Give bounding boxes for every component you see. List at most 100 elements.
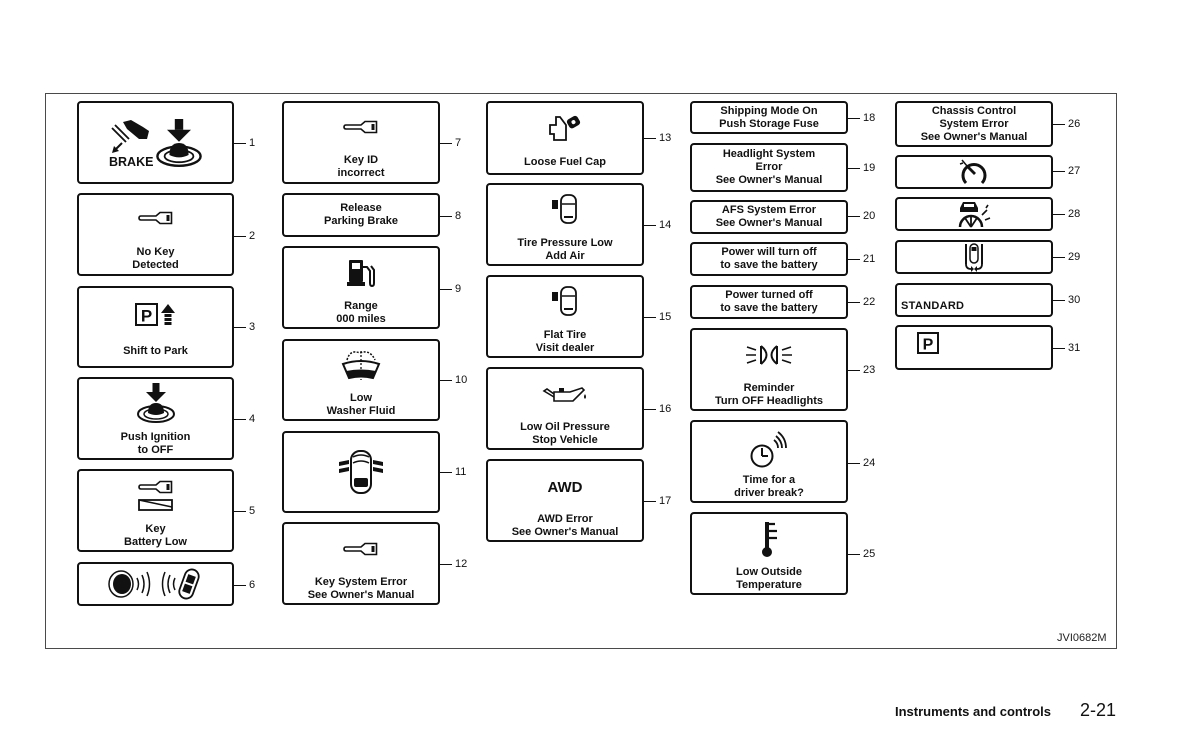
callout-13: 13 (644, 131, 671, 145)
indicator-1-brake-push-ignition: BRAKE (77, 101, 234, 184)
indicator-label: Low Washer Fluid (327, 392, 396, 418)
label-line: Detected (132, 259, 179, 271)
callout-23: 23 (848, 363, 875, 377)
park-letter: P (923, 337, 934, 354)
door-open-icon (339, 450, 383, 494)
label-line: Error (755, 161, 783, 173)
indicator-label: Shift to Park (123, 345, 188, 358)
callout-number: 31 (1068, 342, 1081, 354)
awd-symbol: AWD (547, 479, 583, 496)
label-line: AFS System Error (721, 204, 817, 216)
callout-19: 19 (848, 161, 875, 175)
callout-number: 18 (863, 112, 876, 124)
callout-number: 8 (455, 210, 462, 222)
key-icon (343, 120, 378, 134)
label-line: Parking Brake (324, 215, 398, 227)
callout-17: 17 (644, 494, 671, 508)
label-line: Turn OFF Headlights (715, 395, 823, 407)
indicator-2-no-key: No Key Detected (77, 193, 234, 276)
callout-1: 1 (234, 136, 255, 150)
indicator-label: Shipping Mode On Push Storage Fuse (719, 105, 819, 131)
callout-15: 15 (644, 310, 671, 324)
callout-9: 9 (440, 282, 461, 296)
speedometer-hand-icon (959, 159, 987, 185)
callout-24: 24 (848, 456, 875, 470)
label-line: Add Air (545, 250, 585, 262)
indicator-label: AFS System Error See Owner's Manual (716, 204, 823, 230)
indicator-30-standard-mode: STANDARD (895, 283, 1053, 317)
callout-18: 18 (848, 111, 875, 125)
indicator-9-range: Range 000 miles (282, 246, 440, 329)
push-ignition-icon (136, 383, 175, 423)
headlight-icon (746, 345, 792, 365)
callout-8: 8 (440, 209, 461, 223)
drive-mode-label: STANDARD (901, 300, 965, 312)
callout-2: 2 (234, 229, 255, 243)
clock-break-icon (750, 431, 787, 468)
callout-number: 9 (455, 283, 462, 295)
callout-number: 23 (863, 364, 876, 376)
indicator-18-shipping-mode: Shipping Mode On Push Storage Fuse (690, 101, 848, 134)
indicator-20-afs-system-error: AFS System Error See Owner's Manual (690, 200, 848, 234)
label-line: Tire Pressure Low (517, 237, 613, 249)
oil-can-icon (542, 387, 586, 402)
indicator-label: Power will turn off to save the battery (720, 246, 817, 272)
callout-number: 26 (1068, 118, 1081, 130)
indicator-16-low-oil-pressure: Low Oil Pressure Stop Vehicle (486, 367, 644, 450)
label-line: AWD Error (537, 513, 593, 525)
callout-number: 14 (659, 219, 672, 231)
callout-number: 27 (1068, 165, 1081, 177)
callout-14: 14 (644, 218, 671, 232)
callout-number: 6 (249, 579, 256, 591)
callout-16: 16 (644, 402, 671, 416)
footer-section-title: Instruments and controls (895, 704, 1052, 719)
indicator-21-power-will-turn-off: Power will turn off to save the battery (690, 242, 848, 276)
label-line: System Error (939, 117, 1009, 130)
indicator-15-flat-tire: Flat Tire Visit dealer (486, 275, 644, 358)
label-line: Visit dealer (535, 342, 595, 354)
indicator-22-power-turned-off: Power turned off to save the battery (690, 285, 848, 319)
label-line: 000 miles (336, 313, 386, 325)
indicator-7-key-id-incorrect: Key ID incorrect (282, 101, 440, 184)
callout-30: 30 (1053, 293, 1080, 307)
indicator-label: Loose Fuel Cap (524, 156, 606, 169)
callout-7: 7 (440, 136, 461, 150)
label-line: Headlight System (722, 148, 816, 160)
label-line: Low (350, 392, 372, 404)
driver-assist-gauge-icon (958, 202, 991, 228)
indicator-label: AWD Error See Owner's Manual (512, 513, 619, 539)
callout-number: 21 (863, 253, 876, 265)
label-line: Washer Fluid (326, 405, 396, 417)
indicator-label: Key System Error See Owner's Manual (308, 576, 415, 602)
park-indicator-icon: P (917, 332, 939, 354)
label-line: Stop Vehicle (532, 434, 598, 446)
label-line: See Owner's Manual (715, 217, 823, 229)
indicator-3-shift-to-park: P Shift to Park (77, 286, 234, 368)
indicator-label: Time for a driver break? (734, 474, 804, 500)
callout-number: 25 (863, 548, 876, 560)
indicator-6-key-fob-signal (77, 562, 234, 606)
callout-22: 22 (848, 295, 875, 309)
callout-4: 4 (234, 412, 255, 426)
indicator-13-loose-fuel-cap: Loose Fuel Cap (486, 101, 644, 175)
label-line: to save the battery (720, 259, 818, 271)
label-line: Key ID (343, 154, 379, 166)
indicator-label: Flat Tire Visit dealer (536, 329, 595, 355)
callout-number: 4 (249, 413, 256, 425)
label-line: to OFF (137, 444, 174, 456)
callout-number: 30 (1068, 294, 1081, 306)
callout-28: 28 (1053, 207, 1080, 221)
indicator-11-door-open (282, 431, 440, 513)
indicator-label: Push Ignition to OFF (121, 431, 191, 457)
indicator-26-chassis-control-error: Chassis Control System Error See Owner's… (895, 101, 1053, 147)
fuel-cap-icon (549, 115, 581, 141)
callout-number: 7 (455, 137, 462, 149)
label-line: Low Outside (736, 566, 802, 578)
page-number: 2-21 (1080, 700, 1117, 720)
indicator-label: Power turned off to save the battery (720, 289, 817, 315)
callout-21: 21 (848, 252, 875, 266)
callout-3: 3 (234, 320, 255, 334)
thermometer-icon (762, 522, 777, 557)
label-line: Push Ignition (120, 431, 191, 443)
indicator-14-tire-pressure-low: Tire Pressure Low Add Air (486, 183, 644, 266)
